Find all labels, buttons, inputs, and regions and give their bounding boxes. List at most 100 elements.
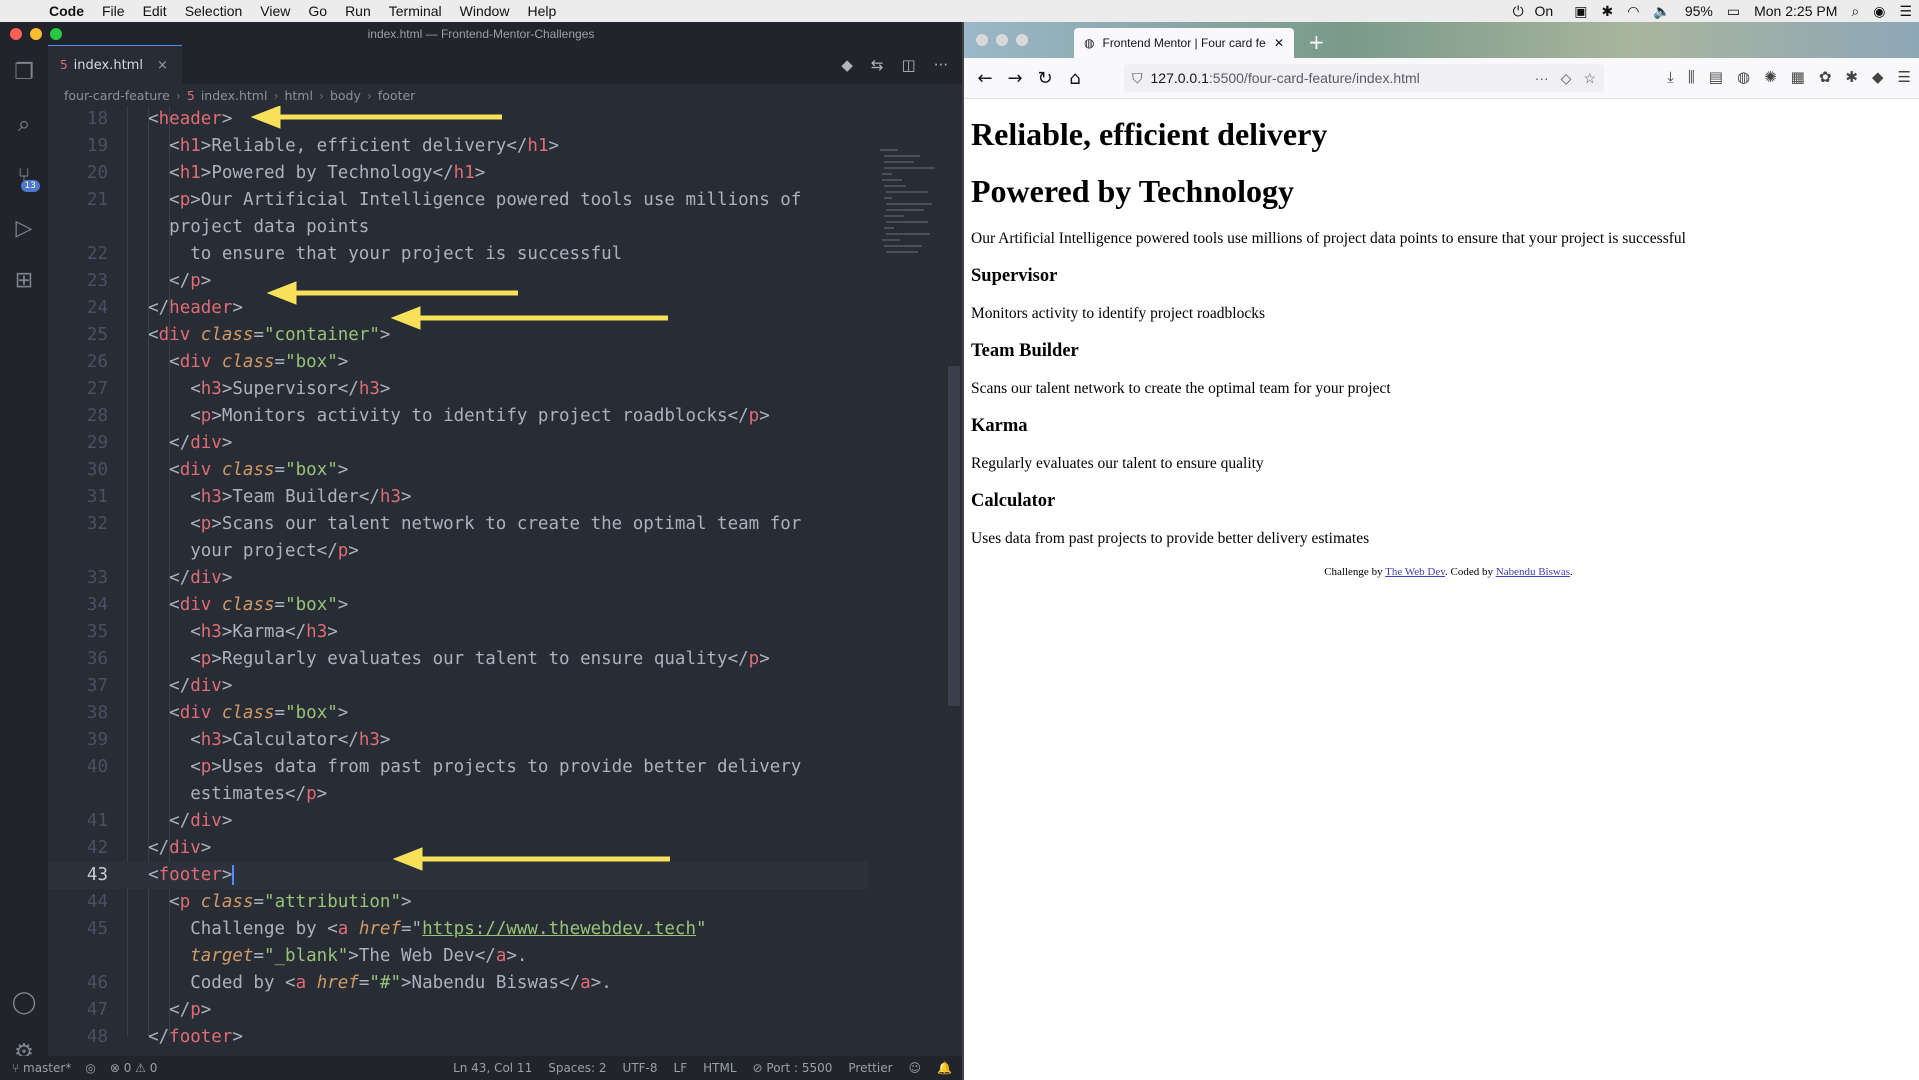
wifi-icon[interactable]: ◠ bbox=[1620, 3, 1646, 20]
url-text[interactable]: 127.0.0.1:5500/four-card-feature/index.h… bbox=[1151, 70, 1535, 86]
new-tab-icon[interactable]: + bbox=[1308, 30, 1325, 54]
explorer-icon[interactable]: ❐ bbox=[0, 46, 48, 98]
extension-puzzle-icon[interactable]: ✿ bbox=[1819, 68, 1832, 86]
menu-run[interactable]: Run bbox=[336, 3, 380, 19]
code-line[interactable]: 32 <p>Scans our talent network to create… bbox=[48, 511, 868, 538]
battery-icon[interactable]: ▭ bbox=[1720, 3, 1747, 20]
library-icon[interactable]: ⫼ bbox=[1688, 68, 1695, 86]
code-line[interactable]: 21 <p>Our Artificial Intelligence powere… bbox=[48, 187, 868, 214]
extension-notes-icon[interactable]: ▦ bbox=[1791, 68, 1805, 86]
screen-record-icon[interactable]: ▣ bbox=[1567, 3, 1594, 20]
home-icon[interactable]: ⌂ bbox=[1060, 68, 1090, 89]
code-line[interactable]: 29 </div> bbox=[48, 430, 868, 457]
code-line[interactable]: project data points bbox=[48, 214, 868, 241]
code-line[interactable]: 41 </div> bbox=[48, 808, 868, 835]
language-mode[interactable]: HTML bbox=[703, 1061, 736, 1075]
code-line[interactable]: estimates</p> bbox=[48, 781, 868, 808]
code-line[interactable]: 37 </div> bbox=[48, 673, 868, 700]
code-line[interactable]: 45 Challenge by <a href="https://www.the… bbox=[48, 916, 868, 943]
extension-globe-icon[interactable]: ◍ bbox=[1737, 68, 1750, 86]
feedback-icon[interactable]: ☺ bbox=[909, 1061, 922, 1075]
browser-tab[interactable]: ◍ Frontend Mentor | Four card fe... ✕ bbox=[1074, 28, 1294, 58]
minimize-window-button[interactable] bbox=[996, 34, 1008, 46]
end-of-line[interactable]: LF bbox=[674, 1061, 688, 1075]
tab-index-html[interactable]: 5 index.html × bbox=[48, 45, 182, 84]
code-line[interactable]: 19 <h1>Reliable, efficient delivery</h1> bbox=[48, 133, 868, 160]
code-line[interactable]: 44 <p class="attribution"> bbox=[48, 889, 868, 916]
code-link[interactable]: https://www.thewebdev.tech bbox=[422, 919, 696, 939]
editor-scrollbar[interactable] bbox=[948, 366, 960, 706]
extension-asterisk-icon[interactable]: ✱ bbox=[1845, 68, 1858, 86]
extensions-icon[interactable]: ⊞ bbox=[0, 254, 48, 306]
battery-percent[interactable]: 95% bbox=[1678, 3, 1720, 19]
more-actions-icon[interactable]: ··· bbox=[934, 56, 948, 74]
notifications-bell-icon[interactable]: 🔔 bbox=[937, 1061, 952, 1075]
breadcrumb-folder[interactable]: four-card-feature bbox=[64, 88, 170, 103]
extension-sun-icon[interactable]: ✺ bbox=[1764, 68, 1777, 86]
problems-count[interactable]: ⊗ 0 ⚠ 0 bbox=[110, 1061, 158, 1075]
code-line[interactable]: 47 </p> bbox=[48, 997, 868, 1024]
breadcrumb-footer[interactable]: footer bbox=[378, 88, 415, 103]
code-line-current[interactable]: 43 <footer> bbox=[48, 862, 868, 889]
code-line[interactable]: 28 <p>Monitors activity to identify proj… bbox=[48, 403, 868, 430]
code-editor[interactable]: 18 <header> 19 <h1>Reliable, efficient d… bbox=[48, 106, 868, 1047]
close-tab-icon[interactable]: × bbox=[157, 58, 168, 73]
breadcrumb-html[interactable]: html bbox=[284, 88, 312, 103]
menu-view[interactable]: View bbox=[251, 3, 299, 19]
sync-icon[interactable]: ◎ bbox=[85, 1061, 95, 1075]
zoom-window-button[interactable] bbox=[1016, 34, 1028, 46]
address-bar[interactable]: ⛉ 127.0.0.1:5500/four-card-feature/index… bbox=[1124, 64, 1604, 92]
volume-icon[interactable]: 🔈 bbox=[1646, 3, 1677, 20]
breadcrumb-file[interactable]: index.html bbox=[201, 88, 268, 103]
siri-icon[interactable]: ◉ bbox=[1866, 3, 1892, 20]
code-line[interactable]: your project</p> bbox=[48, 538, 868, 565]
code-line[interactable]: 30 <div class="box"> bbox=[48, 457, 868, 484]
code-line[interactable]: 39 <h3>Calculator</h3> bbox=[48, 727, 868, 754]
cursor-position[interactable]: Ln 43, Col 11 bbox=[453, 1061, 532, 1075]
code-line[interactable]: 25 <div class="container"> bbox=[48, 322, 868, 349]
menu-edit[interactable]: Edit bbox=[134, 3, 176, 19]
menu-app-code[interactable]: Code bbox=[40, 3, 93, 19]
code-line[interactable]: 40 <p>Uses data from past projects to pr… bbox=[48, 754, 868, 781]
status-on[interactable]: ⏻ On bbox=[1506, 3, 1568, 20]
menu-hamburger-icon[interactable]: ☰ bbox=[1898, 68, 1911, 86]
code-line[interactable]: 24 </header> bbox=[48, 295, 868, 322]
live-server-port[interactable]: ⊘ Port : 5500 bbox=[753, 1061, 833, 1075]
code-line[interactable]: 48 </footer> bbox=[48, 1024, 868, 1051]
encoding[interactable]: UTF-8 bbox=[623, 1061, 658, 1075]
code-line[interactable]: 42 </div> bbox=[48, 835, 868, 862]
indentation[interactable]: Spaces: 2 bbox=[548, 1061, 606, 1075]
account-icon[interactable]: ◯ bbox=[0, 976, 48, 1028]
code-line[interactable]: 20 <h1>Powered by Technology</h1> bbox=[48, 160, 868, 187]
downloads-icon[interactable]: ⤓ bbox=[1667, 68, 1674, 86]
git-lens-icon[interactable]: ◆ bbox=[841, 56, 853, 74]
source-control-icon[interactable]: ⑂ 13 bbox=[0, 150, 48, 202]
open-changes-icon[interactable]: ⇆ bbox=[871, 56, 884, 74]
menu-file[interactable]: File bbox=[93, 3, 134, 19]
close-window-button[interactable] bbox=[976, 34, 988, 46]
minimap[interactable] bbox=[880, 146, 940, 266]
code-line[interactable]: 35 <h3>Karma</h3> bbox=[48, 619, 868, 646]
back-arrow-icon[interactable]: ← bbox=[970, 68, 1000, 89]
code-line[interactable]: 23 </p> bbox=[48, 268, 868, 295]
page-actions-icon[interactable]: ··· bbox=[1535, 70, 1549, 87]
code-line[interactable]: 26 <div class="box"> bbox=[48, 349, 868, 376]
code-line[interactable]: 18 <header> bbox=[48, 106, 868, 133]
code-line[interactable]: 31 <h3>Team Builder</h3> bbox=[48, 484, 868, 511]
menu-help[interactable]: Help bbox=[518, 3, 565, 19]
sidebar-icon[interactable]: ▤ bbox=[1709, 68, 1723, 86]
breadcrumb-body[interactable]: body bbox=[330, 88, 361, 103]
link-author[interactable]: Nabendu Biswas bbox=[1496, 566, 1570, 578]
bluetooth-icon[interactable]: ✱ bbox=[1594, 3, 1620, 20]
spotlight-search-icon[interactable]: ⌕ bbox=[1844, 3, 1866, 20]
menu-selection[interactable]: Selection bbox=[176, 3, 252, 19]
bookmark-star-icon[interactable]: ☆ bbox=[1583, 70, 1596, 87]
search-icon[interactable]: ⌕ bbox=[0, 98, 48, 150]
close-tab-icon[interactable]: ✕ bbox=[1274, 36, 1284, 50]
code-line[interactable]: target="_blank">The Web Dev</a>. bbox=[48, 943, 868, 970]
code-line[interactable]: 27 <h3>Supervisor</h3> bbox=[48, 376, 868, 403]
clock[interactable]: Mon 2:25 PM bbox=[1747, 3, 1844, 19]
prettier-status[interactable]: Prettier bbox=[848, 1061, 892, 1075]
run-debug-icon[interactable]: ▷ bbox=[0, 202, 48, 254]
tracking-shield-icon[interactable]: ⛉ bbox=[1124, 70, 1151, 87]
